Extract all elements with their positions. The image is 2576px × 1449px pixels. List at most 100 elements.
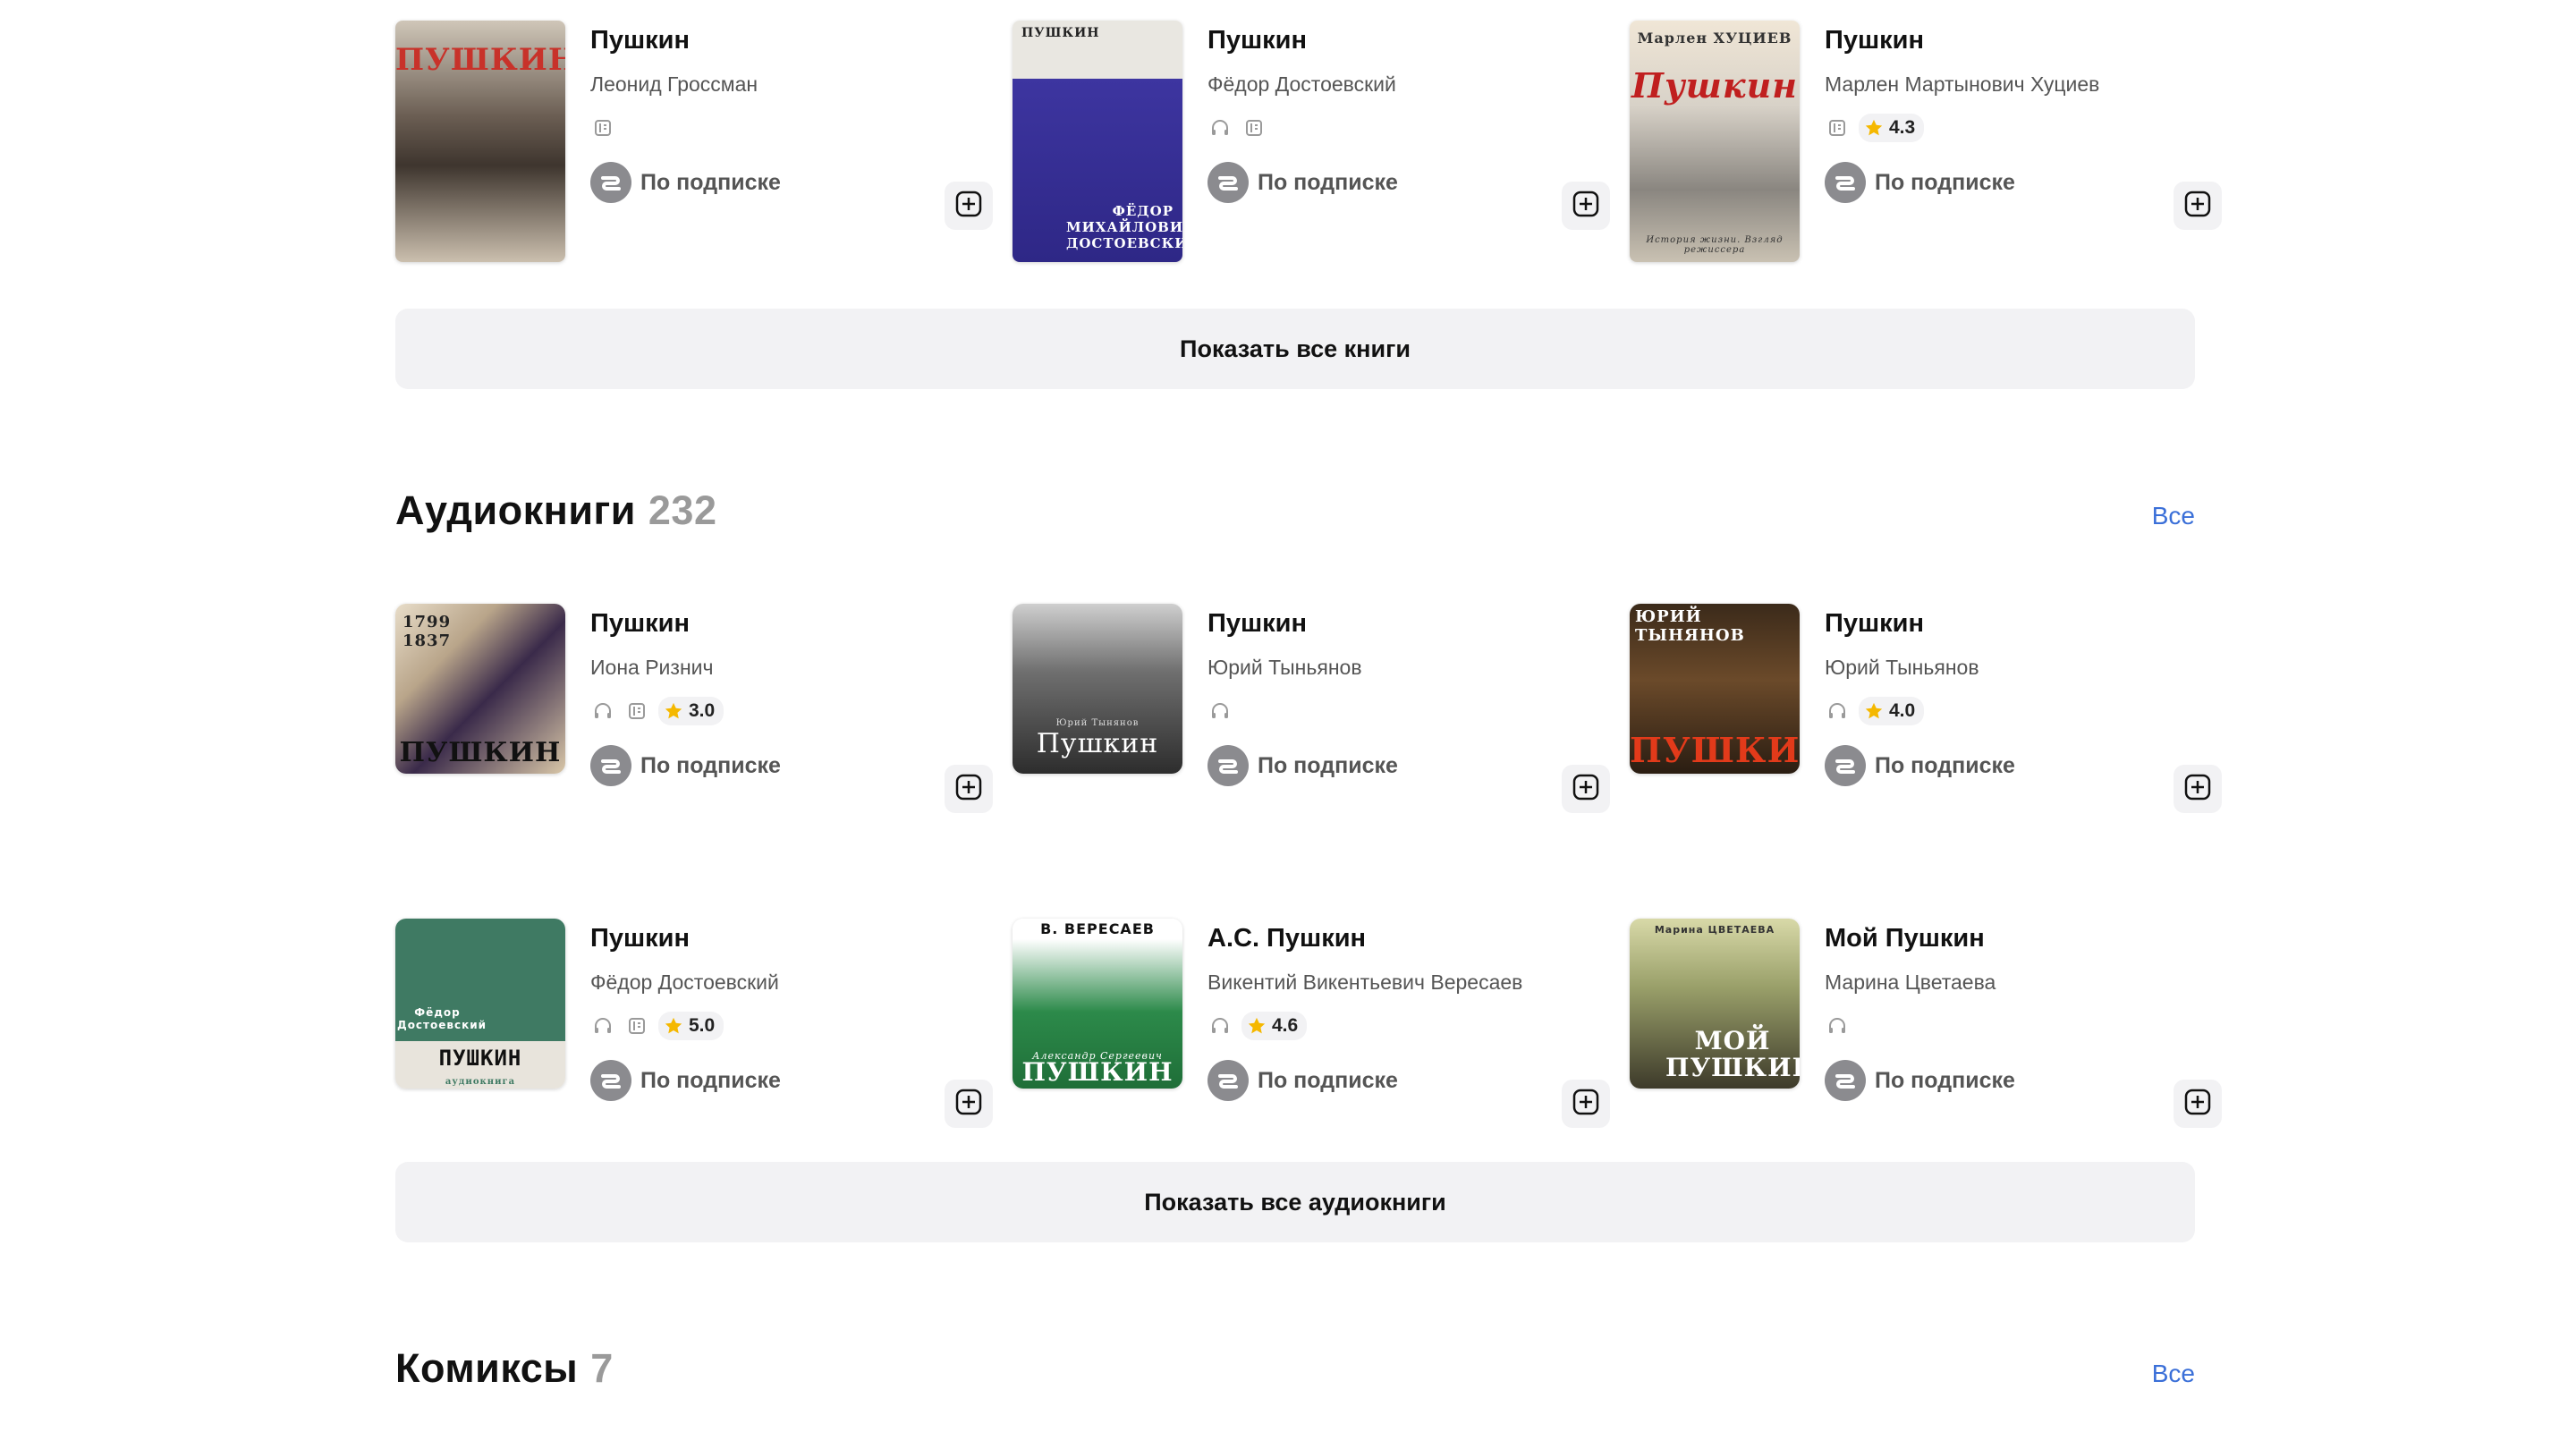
- audiobook-title[interactable]: А.С. Пушкин: [1208, 924, 1583, 953]
- cover-title: ПУШКИН: [399, 737, 562, 768]
- headphones-icon: [1825, 1013, 1850, 1038]
- star-icon: [665, 1017, 682, 1034]
- audiobook-cover[interactable]: В. ВЕРЕСАЕВ Александр Сергеевич ПУШКИН: [1013, 919, 1182, 1089]
- audiobook-title[interactable]: Пушкин: [1825, 609, 2195, 638]
- audiobook-cover[interactable]: Юрий Тынянов Пушкин: [1013, 604, 1182, 774]
- book-icon: [624, 1013, 649, 1038]
- book-icon: [624, 699, 649, 724]
- audiobook-info: Пушкин Фёдор Достоевский 5.0 По подписке: [590, 919, 993, 1128]
- subscription-status[interactable]: По подписке: [1208, 162, 1583, 203]
- cover-author: ЮРИЙ ТЫНЯНОВ: [1635, 607, 1745, 645]
- show-all-audiobooks-button[interactable]: Показать все аудиокниги: [395, 1162, 2195, 1242]
- audiobook-card[interactable]: Марина ЦВЕТАЕВА МОЙ ПУШКИН Мой Пушкин Ма…: [1630, 919, 2222, 1128]
- subscription-icon: [590, 745, 631, 786]
- audiobook-info: А.С. Пушкин Викентий Викентьевич Вересае…: [1208, 919, 1610, 1128]
- cover-title: Пушкин: [1036, 728, 1159, 759]
- add-button[interactable]: [2174, 182, 2222, 230]
- rating-badge: 3.0: [658, 697, 724, 725]
- book-author[interactable]: Леонид Гроссман: [590, 72, 966, 96]
- subscription-label: По подписке: [640, 752, 781, 778]
- add-button[interactable]: [945, 182, 993, 230]
- audiobook-title[interactable]: Пушкин: [590, 609, 966, 638]
- add-icon: [2183, 773, 2212, 806]
- book-cover[interactable]: ПУШКИН: [395, 21, 565, 262]
- subscription-status[interactable]: По подписке: [1208, 1060, 1583, 1101]
- book-icon: [1825, 115, 1850, 140]
- subscription-label: По подписке: [1875, 1067, 2015, 1093]
- rating-value: 4.6: [1272, 1015, 1299, 1036]
- section-title-text: Аудиокниги: [395, 487, 636, 533]
- audiobook-card[interactable]: ЮРИЙ ТЫНЯНОВ ПУШКИН Пушкин Юрий Тыньянов…: [1630, 604, 2222, 813]
- subscription-icon: [1825, 745, 1866, 786]
- cover-author: ФЁДОР МИХАЙЛОВИЧ ДОСТОЕВСКИЙ: [1066, 203, 1182, 251]
- add-icon: [954, 190, 983, 223]
- subscription-status[interactable]: По подписке: [1825, 745, 2195, 786]
- add-button[interactable]: [945, 1080, 993, 1128]
- audiobook-author[interactable]: Юрий Тыньянов: [1208, 656, 1583, 679]
- audiobook-meta: 4.0: [1825, 697, 2195, 725]
- book-info: Пушкин Леонид Гроссман По подписке: [590, 21, 993, 262]
- cover-years: 1799 1837: [402, 613, 452, 650]
- add-icon: [954, 1088, 983, 1121]
- audiobooks-all-link[interactable]: Все: [2152, 502, 2195, 530]
- star-icon: [1865, 702, 1883, 719]
- book-cover[interactable]: Марлен ХУЦИЕВ Пушкин История жизни. Взгл…: [1630, 21, 1800, 262]
- subscription-label: По подписке: [1258, 169, 1398, 195]
- book-card[interactable]: Марлен ХУЦИЕВ Пушкин История жизни. Взгл…: [1630, 21, 2222, 262]
- audiobook-author[interactable]: Иона Ризнич: [590, 656, 966, 679]
- add-button[interactable]: [2174, 765, 2222, 813]
- add-button[interactable]: [1562, 1080, 1610, 1128]
- cover-subtitle: аудиокнига: [445, 1077, 516, 1087]
- star-icon: [1865, 119, 1883, 136]
- subscription-icon: [1208, 745, 1249, 786]
- audiobook-cover[interactable]: ЮРИЙ ТЫНЯНОВ ПУШКИН: [1630, 604, 1800, 774]
- audiobook-card[interactable]: Юрий Тынянов Пушкин Пушкин Юрий Тыньянов…: [1013, 604, 1630, 813]
- subscription-status[interactable]: По подписке: [590, 745, 966, 786]
- rating-value: 4.3: [1889, 117, 1916, 138]
- catalog-page: ПУШКИН Пушкин Леонид Гроссман По подписк…: [395, 0, 2222, 1399]
- book-title[interactable]: Пушкин: [1825, 26, 2195, 55]
- book-title[interactable]: Пушкин: [1208, 26, 1583, 55]
- add-button[interactable]: [945, 765, 993, 813]
- audiobook-cover[interactable]: Фёдор Достоевский ПУШКИН аудиокнига: [395, 919, 565, 1089]
- subscription-status[interactable]: По подписке: [1208, 745, 1583, 786]
- subscription-status[interactable]: По подписке: [1825, 1060, 2195, 1101]
- subscription-label: По подписке: [640, 1067, 781, 1093]
- comics-all-link[interactable]: Все: [2152, 1360, 2195, 1388]
- book-author[interactable]: Марлен Мартынович Хуциев: [1825, 72, 2195, 96]
- subscription-status[interactable]: По подписке: [1825, 162, 2195, 203]
- audiobook-author[interactable]: Фёдор Достоевский: [590, 970, 966, 994]
- book-title[interactable]: Пушкин: [590, 26, 966, 55]
- add-button[interactable]: [1562, 182, 1610, 230]
- section-count: 232: [648, 487, 717, 533]
- add-button[interactable]: [1562, 765, 1610, 813]
- add-icon: [2183, 190, 2212, 223]
- subscription-status[interactable]: По подписке: [590, 162, 966, 203]
- subscription-label: По подписке: [1258, 1067, 1398, 1093]
- add-button[interactable]: [2174, 1080, 2222, 1128]
- subscription-status[interactable]: По подписке: [590, 1060, 966, 1101]
- show-all-books-button[interactable]: Показать все книги: [395, 309, 2195, 389]
- subscription-icon: [590, 1060, 631, 1101]
- cover-title: Пушкин: [1631, 65, 1798, 106]
- book-cover[interactable]: ПУШКИН ФЁДОР МИХАЙЛОВИЧ ДОСТОЕВСКИЙ: [1013, 21, 1182, 262]
- section-title-text: Комиксы: [395, 1345, 579, 1391]
- book-card[interactable]: ПУШКИН ФЁДОР МИХАЙЛОВИЧ ДОСТОЕВСКИЙ Пушк…: [1013, 21, 1630, 262]
- audiobook-card[interactable]: Фёдор Достоевский ПУШКИН аудиокнига Пушк…: [395, 919, 1013, 1128]
- audiobook-author[interactable]: Викентий Викентьевич Вересаев: [1208, 970, 1583, 994]
- audiobook-title[interactable]: Пушкин: [590, 924, 966, 953]
- audiobook-meta: 3.0: [590, 697, 966, 725]
- audiobook-meta: [1208, 697, 1583, 725]
- audiobook-title[interactable]: Пушкин: [1208, 609, 1583, 638]
- audiobook-author[interactable]: Марина Цветаева: [1825, 970, 2195, 994]
- audiobook-cover[interactable]: 1799 1837 ПУШКИН: [395, 604, 565, 774]
- audiobook-cover[interactable]: Марина ЦВЕТАЕВА МОЙ ПУШКИН: [1630, 919, 1800, 1089]
- cover-title: МОЙ ПУШКИН: [1665, 1026, 1800, 1082]
- audiobook-author[interactable]: Юрий Тыньянов: [1825, 656, 2195, 679]
- audiobook-card[interactable]: 1799 1837 ПУШКИН Пушкин Иона Ризнич 3.0 …: [395, 604, 1013, 813]
- book-card[interactable]: ПУШКИН Пушкин Леонид Гроссман По подписк…: [395, 21, 1013, 262]
- book-author[interactable]: Фёдор Достоевский: [1208, 72, 1583, 96]
- audiobook-card[interactable]: В. ВЕРЕСАЕВ Александр Сергеевич ПУШКИН А…: [1013, 919, 1630, 1128]
- add-icon: [954, 773, 983, 806]
- audiobook-title[interactable]: Мой Пушкин: [1825, 924, 2195, 953]
